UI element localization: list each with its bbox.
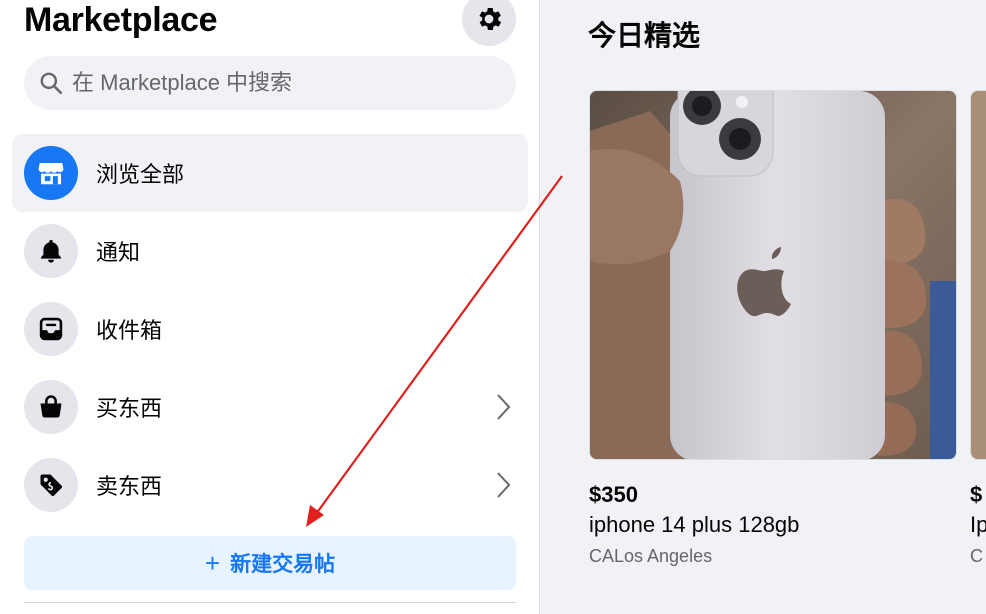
gear-icon	[479, 8, 502, 31]
listing-price: $	[970, 482, 983, 507]
sidebar: Marketplace 浏览全部	[0, 0, 540, 614]
listing-card[interactable]: $ Ip C	[970, 90, 986, 567]
sidebar-item-browse-all[interactable]: 浏览全部	[12, 134, 528, 212]
listing-title: Ip	[970, 512, 986, 537]
sidebar-item-notifications[interactable]: 通知	[12, 212, 528, 290]
inbox-icon	[24, 302, 78, 356]
search-box[interactable]	[24, 56, 516, 110]
listing-location: CALos Angeles	[589, 546, 713, 566]
search-icon	[40, 72, 63, 95]
chevron-right-icon	[497, 394, 511, 420]
storefront-icon	[24, 146, 78, 200]
create-listing-label: 新建交易帖	[230, 553, 336, 576]
bell-icon	[24, 224, 78, 278]
page-title: Marketplace	[24, 1, 218, 39]
sidebar-item-label: 卖东西	[96, 474, 163, 499]
listing-photo[interactable]	[589, 90, 957, 460]
chevron-right-icon	[497, 472, 511, 498]
divider	[24, 602, 516, 603]
sidebar-item-label: 浏览全部	[96, 162, 185, 187]
tag-icon	[24, 458, 78, 512]
plus-icon: +	[204, 548, 221, 578]
listing-location: C	[970, 546, 983, 566]
section-title: 今日精选	[588, 20, 701, 51]
listing-photo[interactable]	[970, 90, 986, 460]
sidebar-item-selling[interactable]: 卖东西	[12, 446, 528, 524]
shopping-bag-icon	[24, 380, 78, 434]
listing-price: $350	[589, 482, 638, 507]
sidebar-item-inbox[interactable]: 收件箱	[12, 290, 528, 368]
sidebar-item-buying[interactable]: 买东西	[12, 368, 528, 446]
create-listing-button[interactable]: + 新建交易帖	[24, 536, 516, 590]
sidebar-item-label: 收件箱	[96, 318, 163, 343]
listing-card[interactable]: $350 iphone 14 plus 128gb CALos Angeles	[589, 90, 957, 567]
listing-title: iphone 14 plus 128gb	[589, 512, 800, 537]
search-input[interactable]	[72, 70, 492, 96]
sidebar-item-label: 买东西	[96, 396, 163, 421]
settings-button[interactable]	[462, 0, 516, 46]
sidebar-item-label: 通知	[96, 240, 141, 265]
